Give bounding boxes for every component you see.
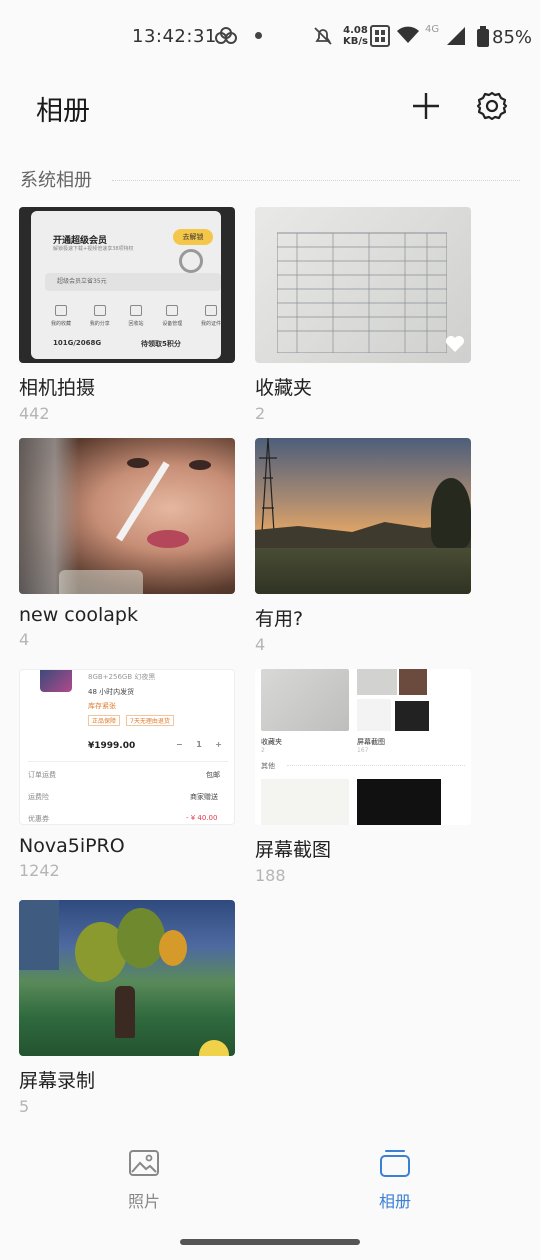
thumb-icon-label: 我的分享 xyxy=(89,321,110,327)
album-thumbnail: 8GB+256GB 幻夜黑 48 小时内发货 库存紧张 正品保障 7天无理由退货… xyxy=(19,669,235,825)
album-tile-coolapk[interactable]: new coolapk 4 xyxy=(19,438,235,649)
album-count: 1242 xyxy=(19,861,60,880)
thumb-stepper: −1 + xyxy=(176,740,222,752)
heart-icon xyxy=(446,336,464,352)
add-album-button[interactable] xyxy=(406,86,446,126)
album-name: 相机拍摄 xyxy=(19,377,96,399)
thumb-count: 2 xyxy=(261,747,265,754)
thumb-vip-subtitle: 解锁极速下载+视频倍速享38项特权 xyxy=(53,246,134,252)
thumb-row-value: 商家赠送 xyxy=(190,793,218,801)
album-name: Nova5iPRO xyxy=(19,835,125,857)
thumb-count: 167 xyxy=(357,747,369,754)
thumb-row-value: - ¥ 40.00 xyxy=(186,814,218,822)
thumb-price: ¥1999.00 xyxy=(88,741,136,751)
album-tile-camera[interactable]: 开通超级会员 解锁极速下载+视频倍速享38项特权 去解锁 超级会员立省35元 我… xyxy=(19,207,235,423)
page-title: 相册 xyxy=(36,96,90,127)
share-icon xyxy=(93,305,106,316)
thumb-row-label: 运费险 xyxy=(28,793,49,801)
thumb-row-label: 优惠券 xyxy=(28,815,49,823)
thumb-label: 收藏夹 xyxy=(261,738,282,746)
album-thumbnail: 开通超级会员 解锁极速下载+视频倍速享38项特权 去解锁 超级会员立省35元 我… xyxy=(19,207,235,363)
network-type: 4G xyxy=(425,24,440,35)
status-time: 13:42:31 xyxy=(132,26,217,47)
thumb-icon-label: 设备管理 xyxy=(162,321,183,327)
album-thumbnail xyxy=(255,438,471,594)
dual-sim-icon xyxy=(370,25,390,52)
thumb-points: 待领取5积分 xyxy=(141,340,181,348)
album-tile-useful[interactable]: 有用? 4 xyxy=(255,438,471,654)
section-title: 系统相册 xyxy=(20,170,92,191)
thumb-icon-row: 我的收藏 我的分享 回收站 设备管理 我的证件 xyxy=(51,305,221,327)
album-count: 4 xyxy=(19,630,30,649)
thumb-label: 屏幕截图 xyxy=(357,738,385,746)
battery-percent: 85% xyxy=(492,27,533,48)
mute-bell-icon xyxy=(313,26,333,51)
net-speed-value: 4.08 xyxy=(343,25,368,36)
thumb-ship: 48 小时内发货 xyxy=(88,688,135,696)
thumb-tag: 正品保障 xyxy=(88,715,121,726)
plus-icon xyxy=(413,93,439,119)
album-count: 5 xyxy=(19,1097,30,1116)
thumb-promo: 超级会员立省35元 xyxy=(45,273,221,291)
thumb-spec: 8GB+256GB 幻夜黑 xyxy=(88,673,156,681)
album-thumbnail xyxy=(19,900,235,1056)
photo-icon xyxy=(129,1150,159,1176)
star-icon xyxy=(55,305,67,316)
table-document-image xyxy=(277,232,447,353)
trash-icon xyxy=(129,305,142,316)
status-bar: 13:42:31 4.08 KB/s 4G 85% xyxy=(0,0,540,72)
wifi-icon xyxy=(396,25,420,50)
cell-signal-icon xyxy=(446,26,466,51)
thumb-tag: 7天无理由退货 xyxy=(126,715,174,726)
album-tile-favorites[interactable]: 收藏夹 2 xyxy=(255,207,471,423)
settings-button[interactable] xyxy=(472,86,512,126)
album-count: 4 xyxy=(255,635,266,654)
tab-albums-label: 相册 xyxy=(378,1192,411,1211)
notification-dot-icon xyxy=(255,32,262,39)
thumb-icon-label: 我的证件 xyxy=(200,321,221,327)
home-indicator xyxy=(180,1239,360,1245)
album-name: 收藏夹 xyxy=(255,377,313,399)
thumb-stock: 库存紧张 xyxy=(88,702,116,710)
gear-icon xyxy=(476,91,508,121)
album-name: 有用? xyxy=(255,608,304,630)
album-thumbnail xyxy=(255,207,471,363)
thumb-other-label: 其他 xyxy=(261,762,275,770)
thumb-unlock-badge: 去解锁 xyxy=(173,229,213,245)
album-count: 442 xyxy=(19,404,50,423)
album-name: 屏幕录制 xyxy=(19,1070,96,1092)
album-icon xyxy=(380,1150,410,1177)
net-speed-unit: KB/s xyxy=(343,36,368,47)
thumb-row-label: 订单运费 xyxy=(28,771,56,779)
battery-icon xyxy=(476,26,490,53)
thumb-row-value: 包邮 xyxy=(206,771,220,779)
card-icon xyxy=(204,305,217,316)
album-thumbnail: 收藏夹 2 屏幕截图 167 其他 xyxy=(255,669,471,825)
thumb-icon-label: 回收站 xyxy=(128,321,144,327)
net-speed: 4.08 KB/s xyxy=(343,25,368,47)
thumb-icon-label: 我的收藏 xyxy=(51,321,72,327)
album-tile-nova5ipro[interactable]: 8GB+256GB 幻夜黑 48 小时内发货 库存紧张 正品保障 7天无理由退货… xyxy=(19,669,235,880)
album-tile-screenshots[interactable]: 收藏夹 2 屏幕截图 167 其他 屏幕截图 188 xyxy=(255,669,471,885)
device-icon xyxy=(166,305,179,316)
thumb-ring-icon xyxy=(179,249,203,273)
cloud-sync-icon xyxy=(214,27,238,50)
tab-photos-label: 照片 xyxy=(127,1192,160,1211)
section-divider xyxy=(112,180,520,181)
album-tile-screen-recording[interactable]: 屏幕录制 5 xyxy=(19,900,235,1116)
album-thumbnail xyxy=(19,438,235,594)
album-count: 2 xyxy=(255,404,266,423)
tab-albums[interactable]: 相册 xyxy=(340,1148,450,1212)
album-count: 188 xyxy=(255,866,286,885)
tab-photos[interactable]: 照片 xyxy=(89,1148,199,1212)
thumb-qty: 1 xyxy=(196,740,202,749)
thumb-storage: 101G/2068G xyxy=(53,339,102,347)
album-name: new coolapk xyxy=(19,604,138,626)
album-name: 屏幕截图 xyxy=(255,839,332,861)
